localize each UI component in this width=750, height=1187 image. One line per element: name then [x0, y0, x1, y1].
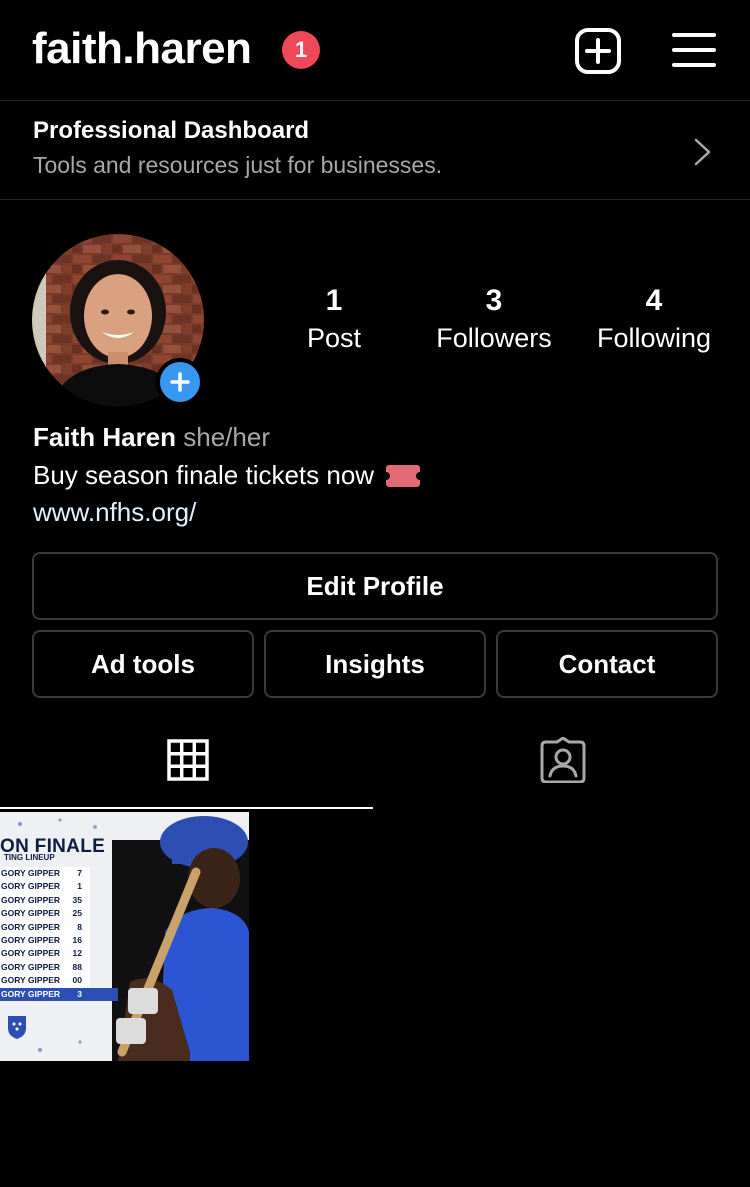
lineup-row: GORY GIPPER 88: [0, 961, 90, 974]
lineup-player-number: 88: [72, 961, 82, 972]
ticket-emoji: [382, 464, 425, 487]
posts-stat[interactable]: 1 Post: [254, 284, 414, 358]
lineup-player-number: 8: [77, 921, 82, 932]
lineup-row: GORY GIPPER 00: [0, 974, 90, 987]
lineup-player-name: GORY GIPPER: [1, 988, 61, 999]
followers-count: 3: [485, 284, 503, 317]
shield-logo-icon: [8, 1016, 26, 1039]
lineup-player-name: GORY GIPPER: [1, 881, 61, 892]
active-tab-indicator: [0, 807, 373, 809]
lineup-player-number: 00: [72, 975, 82, 986]
lineup-player-number: 16: [72, 934, 82, 945]
menu-button[interactable]: [672, 30, 716, 70]
following-label: Following: [596, 323, 712, 353]
post-lineup: GORY GIPPER 7 GORY GIPPER 1 GORY GIPPER 35 GOR…: [0, 867, 118, 1001]
dashboard-divider: [0, 199, 750, 200]
lineup-row: GORY GIPPER 8: [0, 921, 90, 934]
new-post-button[interactable]: [574, 27, 622, 75]
lineup-row: GORY GIPPER 25: [0, 907, 90, 920]
followers-label: Followers: [436, 323, 552, 353]
plus-square-icon: [575, 28, 621, 74]
lineup-row: GORY GIPPER 16: [0, 934, 90, 947]
tab-tagged[interactable]: [375, 712, 750, 808]
lineup-player-number: 3: [77, 988, 82, 999]
lineup-player-name: GORY GIPPER: [1, 975, 61, 986]
notification-badge[interactable]: 1: [282, 31, 320, 69]
lineup-player-number: 35: [72, 894, 82, 905]
tagged-person-icon: [540, 737, 585, 783]
bio-text: Buy season finale tickets now: [33, 460, 375, 490]
contact-button[interactable]: Contact: [496, 630, 718, 698]
username-title[interactable]: faith.haren: [32, 24, 252, 74]
lineup-player-name: GORY GIPPER: [1, 908, 61, 919]
top-bar: faith.haren 1: [0, 0, 750, 100]
lineup-player-name: GORY GIPPER: [1, 894, 61, 905]
lineup-player-number: 25: [72, 908, 82, 919]
pronouns: she/her: [183, 422, 270, 452]
lineup-player-name: GORY GIPPER: [1, 961, 61, 972]
lineup-row: GORY GIPPER 3: [0, 987, 118, 1001]
professional-dashboard-row[interactable]: Professional Dashboard Tools and resourc…: [0, 101, 750, 199]
profile-name: Faith Haren: [33, 422, 177, 452]
bio-text-line: Buy season finale tickets now: [33, 460, 425, 491]
followers-stat[interactable]: 3 Followers: [414, 284, 574, 358]
bio-link[interactable]: www.nfhs.org/: [33, 497, 196, 528]
lineup-player-name: GORY GIPPER: [1, 921, 61, 932]
lineup-row: GORY GIPPER 1: [0, 880, 90, 893]
dashboard-subtitle: Tools and resources just for businesses.: [33, 152, 443, 178]
lineup-row: GORY GIPPER 35: [0, 894, 90, 907]
following-stat[interactable]: 4 Following: [574, 284, 734, 358]
grid-icon: [166, 739, 209, 781]
lineup-row: GORY GIPPER 7: [0, 867, 90, 880]
posts-label: Post: [306, 323, 362, 353]
hamburger-menu-icon: [672, 33, 716, 67]
lineup-row: GORY GIPPER 12: [0, 947, 90, 960]
lineup-player-number: 7: [77, 868, 82, 878]
plus-icon: [170, 372, 190, 392]
add-story-button[interactable]: [156, 358, 204, 406]
lineup-player-number: 1: [77, 881, 82, 892]
following-count: 4: [645, 284, 663, 317]
ad-tools-button[interactable]: Ad tools: [32, 630, 254, 698]
lineup-player-name: GORY GIPPER: [1, 948, 61, 959]
post-thumbnail[interactable]: ON FINALE TING LINEUP GORY GIPPER 7 GORY G…: [0, 812, 249, 1061]
lineup-player-name: GORY GIPPER: [1, 934, 61, 945]
dashboard-title: Professional Dashboard: [33, 117, 310, 144]
post-subheading: TING LINEUP: [4, 853, 55, 862]
lineup-player-number: 12: [72, 948, 82, 959]
chevron-right-icon: [694, 138, 711, 166]
edit-profile-button[interactable]: Edit Profile: [32, 552, 718, 620]
profile-name-line: Faith Haren she/her: [33, 422, 270, 453]
lineup-player-name: GORY GIPPER: [1, 868, 61, 878]
insights-button[interactable]: Insights: [264, 630, 486, 698]
tab-grid[interactable]: [0, 712, 375, 808]
posts-count: 1: [325, 284, 343, 317]
